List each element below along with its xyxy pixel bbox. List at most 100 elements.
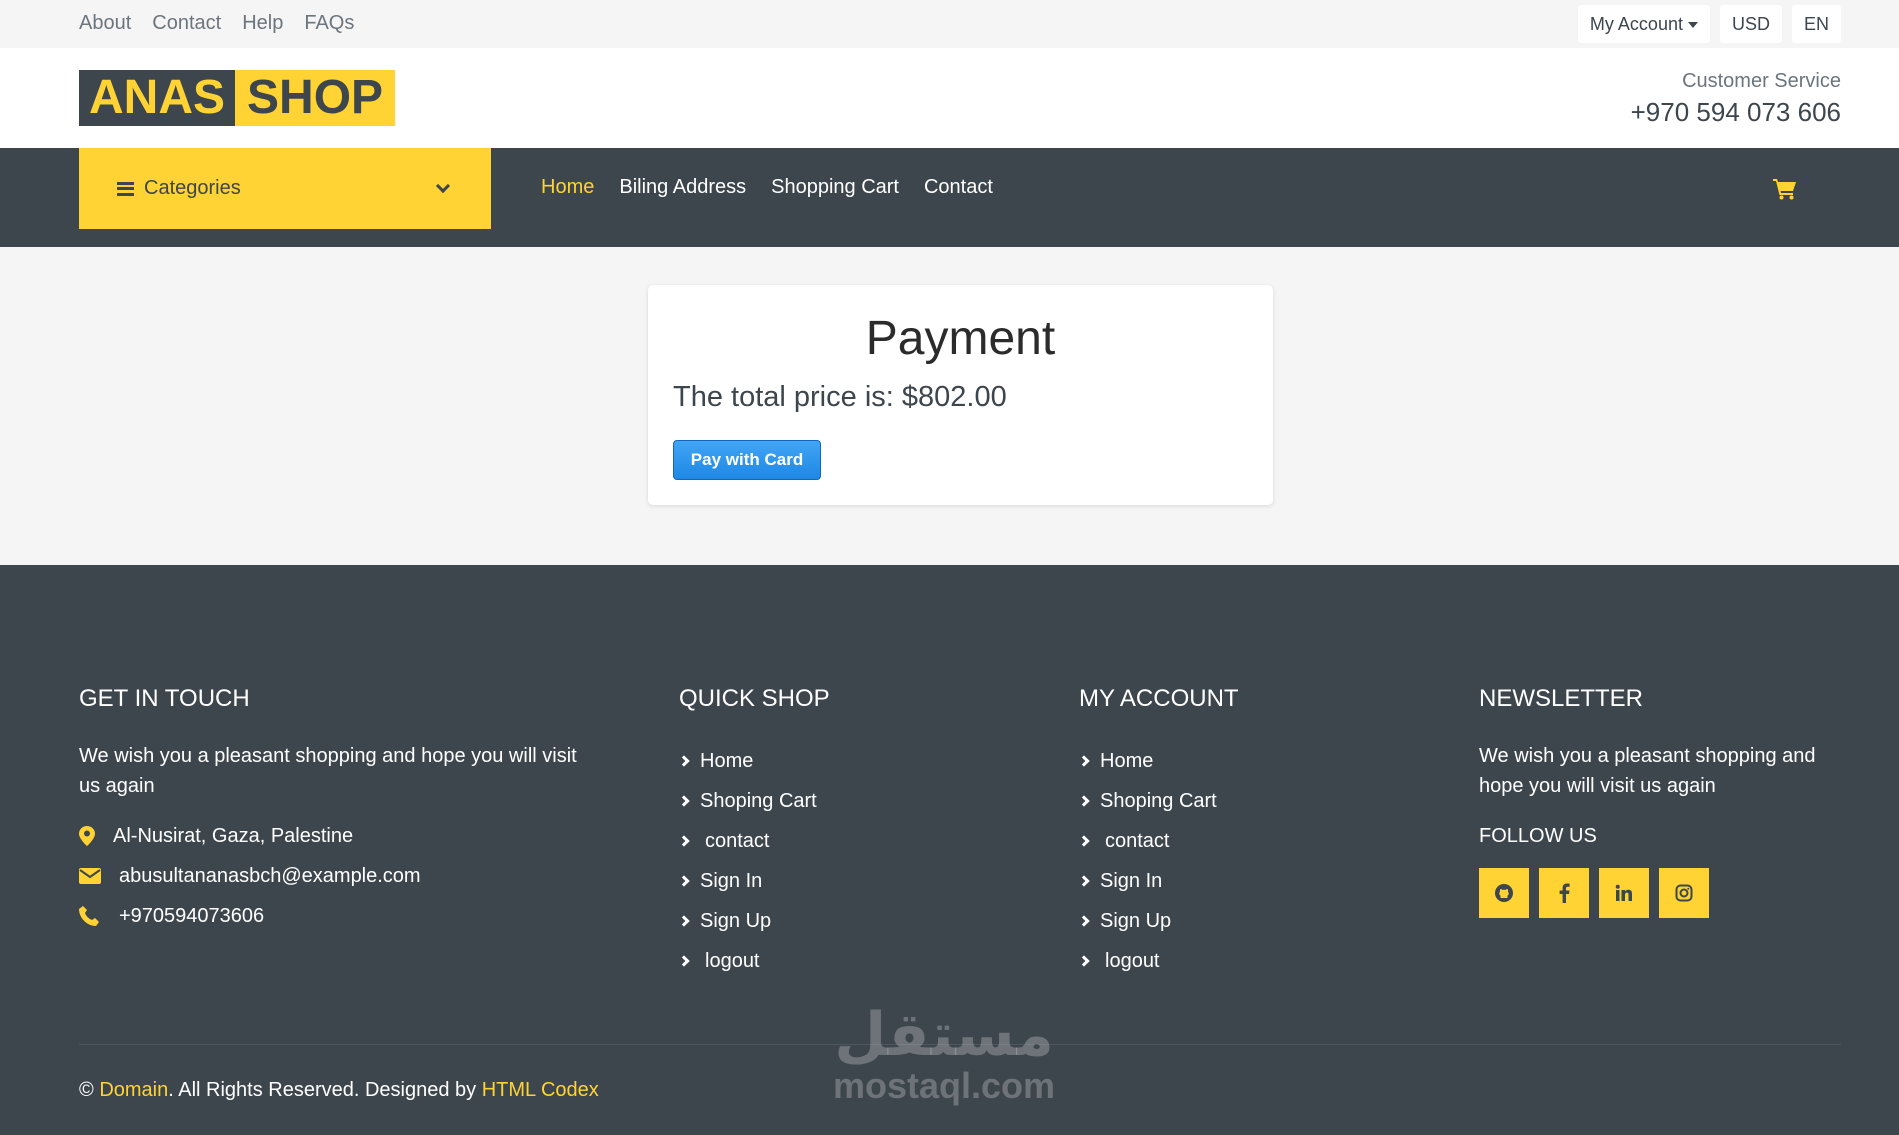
quick-shop-sign-in-label: Sign In [700,869,763,892]
quick-shop-home[interactable]: Home [678,741,979,781]
customer-service: Customer Service +970 594 073 606 [1631,70,1841,128]
my-account-logout-label: logout [1105,949,1160,972]
pay-with-card-button[interactable]: Pay with Card [673,440,821,480]
my-account-cart-label: Shoping Cart [1100,789,1217,812]
watermark: مستقل mostaql.com [833,1005,1055,1107]
nav-link-home[interactable]: Home [541,176,594,199]
quick-shop-logout-label: logout [705,949,760,972]
menu-bars-icon [117,181,134,196]
quick-shop-sign-up[interactable]: Sign Up [678,901,979,941]
my-account-label: My Account [1589,14,1683,34]
map-marker-icon [79,826,113,846]
my-account-logout[interactable]: logout [1078,941,1379,981]
domain-link[interactable]: Domain [99,1079,168,1101]
designer-link[interactable]: HTML Codex [482,1079,599,1101]
nav-link-shopping-cart[interactable]: Shopping Cart [771,176,899,199]
my-account-contact-label: contact [1105,829,1170,852]
quick-shop-list: Home Shoping Cart contact Sign In Sign U… [678,741,979,981]
social-links [1479,868,1849,918]
get-in-touch-heading: GET IN TOUCH [79,685,250,712]
cart-icon[interactable] [1773,178,1797,205]
quick-shop-home-label: Home [700,749,754,772]
logo[interactable]: ANAS SHOP [79,70,396,126]
footer-newsletter: NEWSLETTER We wish you a pleasant shoppi… [1479,685,1849,918]
top-link-contact[interactable]: Contact [152,12,221,35]
my-account-home-label: Home [1100,749,1154,772]
instagram-icon[interactable] [1659,868,1709,918]
chevron-right-icon [678,915,690,927]
top-bar: About Contact Help FAQs My Account USD E… [0,0,1899,48]
phone-text[interactable]: +970594073606 [119,905,264,928]
email-text[interactable]: abusultananasbch@example.com [119,865,421,888]
top-link-faqs[interactable]: FAQs [304,12,354,35]
follow-us-label: FOLLOW US [1479,825,1597,847]
envelope-icon [79,868,119,884]
payment-card: Payment The total price is: $802.00 Pay … [648,285,1273,505]
top-link-about[interactable]: About [79,12,131,35]
chevron-right-icon [1078,915,1090,927]
facebook-icon[interactable] [1539,868,1589,918]
github-icon[interactable] [1479,868,1529,918]
nav-links: Home Biling Address Shopping Cart Contac… [541,176,993,199]
customer-service-label: Customer Service [1682,70,1841,92]
top-buttons: My Account USD EN [1577,5,1841,43]
my-account-sign-in-label: Sign In [1100,869,1163,892]
footer: GET IN TOUCH We wish you a pleasant shop… [0,565,1899,1135]
quick-shop-heading: QUICK SHOP [679,685,830,712]
total-price-text: The total price is: $802.00 [673,381,1007,413]
my-account-list: Home Shoping Cart contact Sign In Sign U… [1078,741,1379,981]
phone-row: +970594073606 [79,905,599,927]
my-account-sign-up[interactable]: Sign Up [1078,901,1379,941]
main-navbar: Categories Home Biling Address Shopping … [0,148,1899,247]
my-account-home[interactable]: Home [1078,741,1379,781]
chevron-right-icon [678,875,690,887]
chevron-right-icon [678,755,690,767]
copyright-symbol: © [79,1079,94,1101]
caret-down-icon [1687,22,1698,29]
categories-label: Categories [144,177,241,199]
copyright-text: . All Rights Reserved. Designed by [168,1079,477,1101]
chevron-right-icon [678,835,690,847]
nav-link-billing-address[interactable]: Biling Address [619,176,746,199]
phone-icon [79,906,119,926]
get-in-touch-text: We wish you a pleasant shopping and hope… [79,745,577,797]
watermark-arabic: مستقل [834,1001,1054,1068]
language-button[interactable]: EN [1791,5,1841,43]
footer-get-in-touch: GET IN TOUCH We wish you a pleasant shop… [79,685,599,927]
quick-shop-cart[interactable]: Shoping Cart [678,781,979,821]
email-row: abusultananasbch@example.com [79,865,599,887]
quick-shop-contact-label: contact [705,829,770,852]
footer-my-account: MY ACCOUNT Home Shoping Cart contact Sig… [1078,685,1379,981]
chevron-right-icon [1078,755,1090,767]
watermark-latin: mostaql.com [833,1065,1056,1106]
newsletter-text: We wish you a pleasant shopping and hope… [1479,745,1816,797]
nav-link-contact[interactable]: Contact [924,176,993,199]
logo-part-2: SHOP [235,70,396,126]
chevron-right-icon [1078,875,1090,887]
quick-shop-contact[interactable]: contact [678,821,979,861]
address-row: Al-Nusirat, Gaza, Palestine [79,825,599,847]
linkedin-icon[interactable] [1599,868,1649,918]
address-text: Al-Nusirat, Gaza, Palestine [113,824,354,847]
my-account-dropdown[interactable]: My Account [1577,5,1710,43]
quick-shop-sign-in[interactable]: Sign In [678,861,979,901]
quick-shop-logout[interactable]: logout [678,941,979,981]
top-link-help[interactable]: Help [242,12,283,35]
quick-shop-sign-up-label: Sign Up [700,909,772,932]
my-account-cart[interactable]: Shoping Cart [1078,781,1379,821]
header: ANAS SHOP Customer Service +970 594 073 … [0,48,1899,148]
chevron-right-icon [1078,835,1090,847]
logo-part-1: ANAS [79,70,236,126]
customer-service-phone: +970 594 073 606 [1630,97,1841,127]
copyright: © Domain. All Rights Reserved. Designed … [79,1079,599,1102]
my-account-sign-in[interactable]: Sign In [1078,861,1379,901]
my-account-contact[interactable]: contact [1078,821,1379,861]
currency-button[interactable]: USD [1719,5,1782,43]
top-links: About Contact Help FAQs [79,12,354,35]
footer-quick-shop: QUICK SHOP Home Shoping Cart contact Sig… [678,685,979,981]
main-content: Payment The total price is: $802.00 Pay … [0,247,1899,565]
categories-dropdown[interactable]: Categories [79,148,491,229]
payment-title: Payment [865,312,1056,365]
chevron-down-icon [435,178,451,193]
chevron-right-icon [678,795,690,807]
